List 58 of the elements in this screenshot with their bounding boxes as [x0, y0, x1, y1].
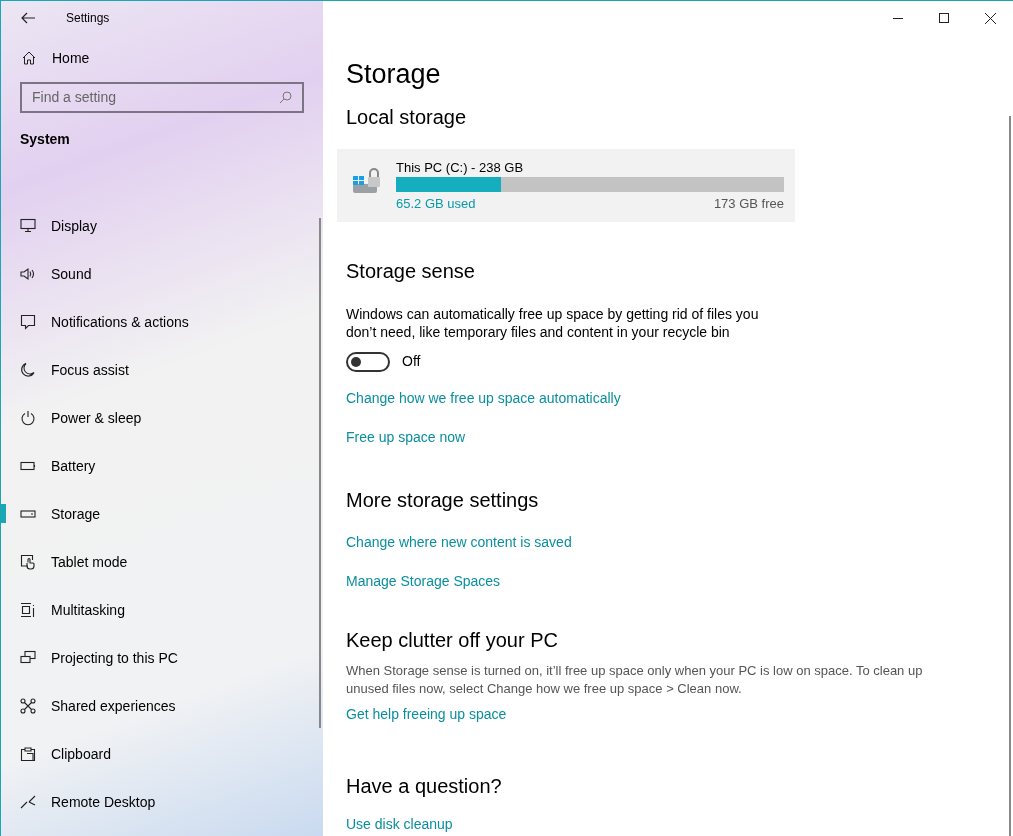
locked-drive-icon	[351, 166, 383, 196]
windows-layout-icon	[20, 602, 36, 618]
sidebar-item[interactable]: Battery	[1, 442, 323, 490]
sidebar-item[interactable]: Remote Desktop	[1, 778, 323, 826]
sidebar-item[interactable]: Projecting to this PC	[1, 634, 323, 682]
search-icon	[279, 91, 292, 104]
description: Windows can automatically free up space by getting rid of files you don’t need, like temporary files and content in your recycle bin	[346, 305, 760, 341]
search-input[interactable]: Find a setting	[32, 87, 279, 108]
sidebar-item[interactable]: Storage	[1, 490, 323, 538]
speaker-icon	[20, 266, 36, 282]
monitor-icon	[20, 218, 36, 234]
search-field[interactable]: Find a setting	[20, 82, 304, 113]
power-icon	[20, 410, 36, 426]
free-space: 173 GB free	[713, 195, 784, 213]
used-space: 65.2 GB used	[396, 195, 476, 213]
sidebar-item[interactable]: Power & sleep	[1, 394, 323, 442]
speech-bubble-icon	[20, 314, 36, 330]
scrollbar[interactable]	[1009, 116, 1011, 836]
link[interactable]: Change where new content is saved	[346, 533, 572, 551]
sidebar-item[interactable]: Notifications & actions	[1, 298, 323, 346]
link[interactable]: Get help freeing up space	[346, 705, 507, 723]
section-heading: More storage settings	[346, 488, 539, 513]
link[interactable]: Use disk cleanup	[346, 815, 453, 833]
link[interactable]: Free up space now	[346, 428, 466, 446]
remote-desktop-icon	[20, 794, 36, 810]
back-icon[interactable]	[21, 12, 35, 24]
section-heading: System	[20, 130, 70, 149]
link[interactable]: Manage Storage Spaces	[346, 572, 501, 590]
sidebar-item[interactable]: Shared experiences	[1, 682, 323, 730]
window-title: Settings	[66, 10, 110, 27]
sidebar-item[interactable]: Focus assist	[1, 346, 323, 394]
close-icon	[984, 12, 996, 24]
sidebar-item[interactable]: Multitasking	[1, 586, 323, 634]
drive-name: This PC (C:) - 238 GB	[396, 159, 524, 176]
section-heading: Local storage	[346, 105, 467, 130]
scrollbar[interactable]	[319, 218, 321, 728]
network-nodes-icon	[20, 698, 36, 714]
minimize-icon	[893, 17, 903, 19]
maximize-icon	[939, 13, 949, 23]
section-heading: Have a question?	[346, 774, 502, 799]
toggle-switch[interactable]	[346, 351, 390, 372]
page-title: Storage	[346, 58, 441, 91]
home-icon	[22, 51, 36, 65]
section-heading: Keep clutter off your PC	[346, 628, 558, 653]
description: When Storage sense is turned on, it’ll free up space only when your PC is low on space. To clean up unused files now, select Change how we free up space > Clean now.	[346, 662, 924, 698]
home-link[interactable]: Home	[1, 43, 90, 73]
moon-icon	[20, 362, 36, 378]
toggle-label: Off	[402, 352, 421, 371]
clipboard-icon	[20, 746, 36, 762]
link[interactable]: Change how we free up space automatically	[346, 389, 621, 407]
drive-card[interactable]: This PC (C:) - 238 GB 65.2 GB used 173 GB free	[337, 149, 795, 222]
section-heading: Storage sense	[346, 259, 475, 284]
sidebar-item[interactable]: Sound	[1, 250, 323, 298]
sidebar-item[interactable]: Clipboard	[1, 730, 323, 778]
projector-icon	[20, 650, 36, 666]
sidebar-item[interactable]: Display	[1, 202, 323, 250]
sidebar-item[interactable]: Tablet mode	[1, 538, 323, 586]
tablet-icon	[20, 554, 36, 570]
